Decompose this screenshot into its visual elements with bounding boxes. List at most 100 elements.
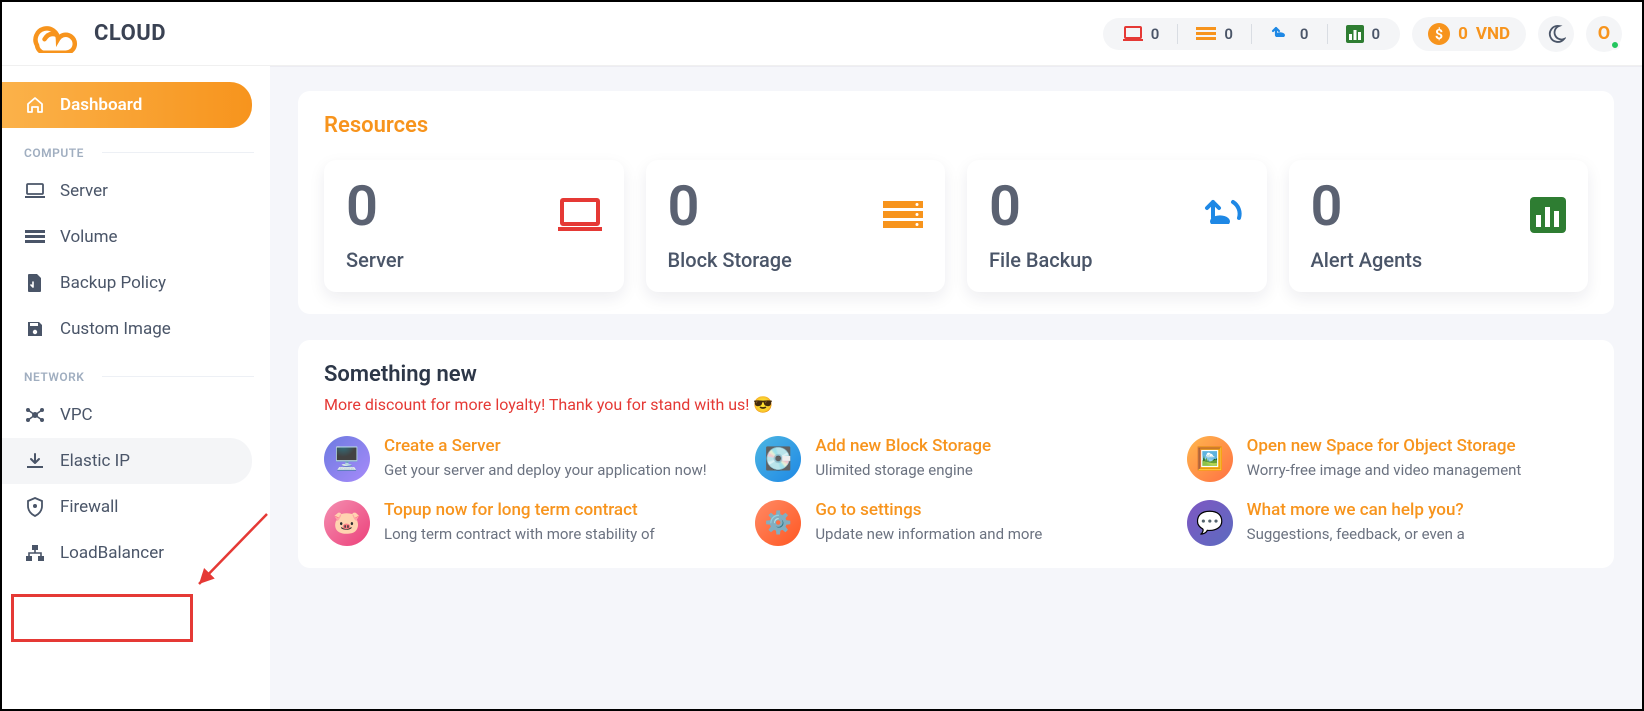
action-desc: Long term contract with more stability o…: [384, 524, 655, 544]
stat-backup-value: 0: [1300, 25, 1309, 43]
sidebar-item-custom-image[interactable]: Custom Image: [2, 306, 252, 352]
action-icon: 💽: [755, 436, 801, 482]
resources-panel: Resources 0 Server 0 Block Storage 0 Fil…: [298, 91, 1614, 314]
action-help[interactable]: 💬 What more we can help you? Suggestions…: [1187, 500, 1588, 546]
list-icon: [1196, 26, 1216, 42]
resources-title: Resources: [324, 113, 1588, 138]
content: Resources 0 Server 0 Block Storage 0 Fil…: [270, 66, 1642, 709]
action-desc: Ulimited storage engine: [815, 460, 991, 480]
theme-toggle-button[interactable]: [1538, 16, 1574, 52]
sidebar-item-label: Dashboard: [60, 95, 142, 115]
sidebar-item-volume[interactable]: Volume: [2, 214, 252, 260]
cloud-logo-icon: [22, 15, 82, 53]
sidebar-item-server[interactable]: Server: [2, 168, 252, 214]
action-title: Create a Server: [384, 436, 707, 456]
brand-text: CLOUD: [94, 21, 166, 46]
card-value: 0: [1311, 178, 1567, 234]
svg-text:$: $: [1435, 26, 1443, 43]
action-icon: ⚙️: [755, 500, 801, 546]
stat-alert-value: 0: [1372, 25, 1381, 43]
action-icon: 💬: [1187, 500, 1233, 546]
sidebar-item-label: Elastic IP: [60, 451, 130, 471]
card-server[interactable]: 0 Server: [324, 160, 624, 292]
stat-alert[interactable]: 0: [1342, 25, 1385, 43]
stat-backup[interactable]: 0: [1266, 25, 1313, 43]
dollar-icon: $: [1428, 23, 1450, 45]
sidebar-item-elastic-ip[interactable]: Elastic IP: [2, 438, 252, 484]
card-alert-agents[interactable]: 0 Alert Agents: [1289, 160, 1589, 292]
doc-icon: [24, 272, 46, 294]
sunglasses-emoji: 😎: [753, 395, 773, 414]
action-icon: 🐷: [324, 500, 370, 546]
action-add-block-storage[interactable]: 💽 Add new Block Storage Ulimited storage…: [755, 436, 1156, 482]
action-desc: Get your server and deploy your applicat…: [384, 460, 707, 480]
sidebar: Dashboard COMPUTE Server Volume Backup P…: [2, 66, 270, 709]
header-stats-pill[interactable]: 0 0 0 0: [1103, 18, 1400, 50]
list-icon: [883, 199, 923, 231]
chart-icon: [1530, 197, 1566, 233]
action-desc: Worry-free image and video management: [1247, 460, 1522, 480]
card-label: Alert Agents: [1311, 248, 1567, 272]
action-title: Topup now for long term contract: [384, 500, 655, 520]
action-topup[interactable]: 🐷 Topup now for long term contract Long …: [324, 500, 725, 546]
card-label: File Backup: [989, 248, 1245, 272]
action-title: What more we can help you?: [1247, 500, 1465, 520]
something-new-title: Something new: [324, 362, 1588, 387]
card-label: Block Storage: [668, 248, 924, 272]
action-open-object-storage[interactable]: 🖼️ Open new Space for Object Storage Wor…: [1187, 436, 1588, 482]
laptop-icon: [24, 180, 46, 202]
sidebar-item-backup-policy[interactable]: Backup Policy: [2, 260, 252, 306]
annotation-arrow: [187, 506, 277, 596]
action-desc: Suggestions, feedback, or even a: [1247, 524, 1465, 544]
sidebar-item-label: LoadBalancer: [60, 543, 164, 563]
online-status-dot: [1610, 40, 1620, 50]
action-desc: Update new information and more: [815, 524, 1042, 544]
promo-text: More discount for more loyalty! Thank yo…: [324, 395, 1588, 414]
laptop-icon: [1123, 26, 1143, 42]
shield-icon: [24, 496, 46, 518]
avatar-button[interactable]: O: [1586, 16, 1622, 52]
brand[interactable]: CLOUD: [22, 15, 166, 53]
tree-icon: [24, 542, 46, 564]
sidebar-item-dashboard[interactable]: Dashboard: [2, 82, 252, 128]
laptop-icon: [558, 198, 602, 232]
sidebar-item-label: Server: [60, 181, 108, 201]
action-title: Add new Block Storage: [815, 436, 991, 456]
nodes-icon: [24, 404, 46, 426]
sidebar-item-label: VPC: [60, 405, 93, 425]
stat-server-value: 0: [1151, 25, 1160, 43]
card-file-backup[interactable]: 0 File Backup: [967, 160, 1267, 292]
sidebar-item-label: Volume: [60, 227, 118, 247]
sidebar-item-vpc[interactable]: VPC: [2, 392, 252, 438]
something-new-panel: Something new More discount for more loy…: [298, 340, 1614, 568]
sidebar-section-network: NETWORK: [2, 352, 270, 392]
header: CLOUD 0 0 0 0 $ 0: [2, 2, 1642, 66]
avatar-initial: O: [1598, 23, 1610, 44]
card-label: Server: [346, 248, 602, 272]
balance-currency: VND: [1476, 24, 1510, 44]
backup-icon: [1270, 25, 1292, 43]
save-icon: [24, 318, 46, 340]
download-icon: [24, 450, 46, 472]
stat-volume-value: 0: [1224, 25, 1233, 43]
card-block-storage[interactable]: 0 Block Storage: [646, 160, 946, 292]
balance-pill[interactable]: $ 0 VND: [1412, 17, 1526, 51]
chart-icon: [1346, 25, 1364, 43]
action-title: Go to settings: [815, 500, 1042, 520]
stat-server[interactable]: 0: [1119, 25, 1164, 43]
action-create-server[interactable]: 🖥️ Create a Server Get your server and d…: [324, 436, 725, 482]
action-go-settings[interactable]: ⚙️ Go to settings Update new information…: [755, 500, 1156, 546]
backup-icon: [1199, 196, 1245, 234]
sidebar-item-label: Backup Policy: [60, 273, 166, 293]
action-title: Open new Space for Object Storage: [1247, 436, 1522, 456]
home-icon: [24, 94, 46, 116]
list-icon: [24, 226, 46, 248]
action-icon: 🖼️: [1187, 436, 1233, 482]
moon-icon: [1546, 24, 1566, 44]
sidebar-section-compute: COMPUTE: [2, 128, 270, 168]
annotation-highlight-box: [11, 594, 193, 642]
sidebar-item-label: Firewall: [60, 497, 118, 517]
balance-amount: 0: [1458, 24, 1468, 44]
sidebar-item-label: Custom Image: [60, 319, 171, 339]
stat-volume[interactable]: 0: [1192, 25, 1237, 43]
